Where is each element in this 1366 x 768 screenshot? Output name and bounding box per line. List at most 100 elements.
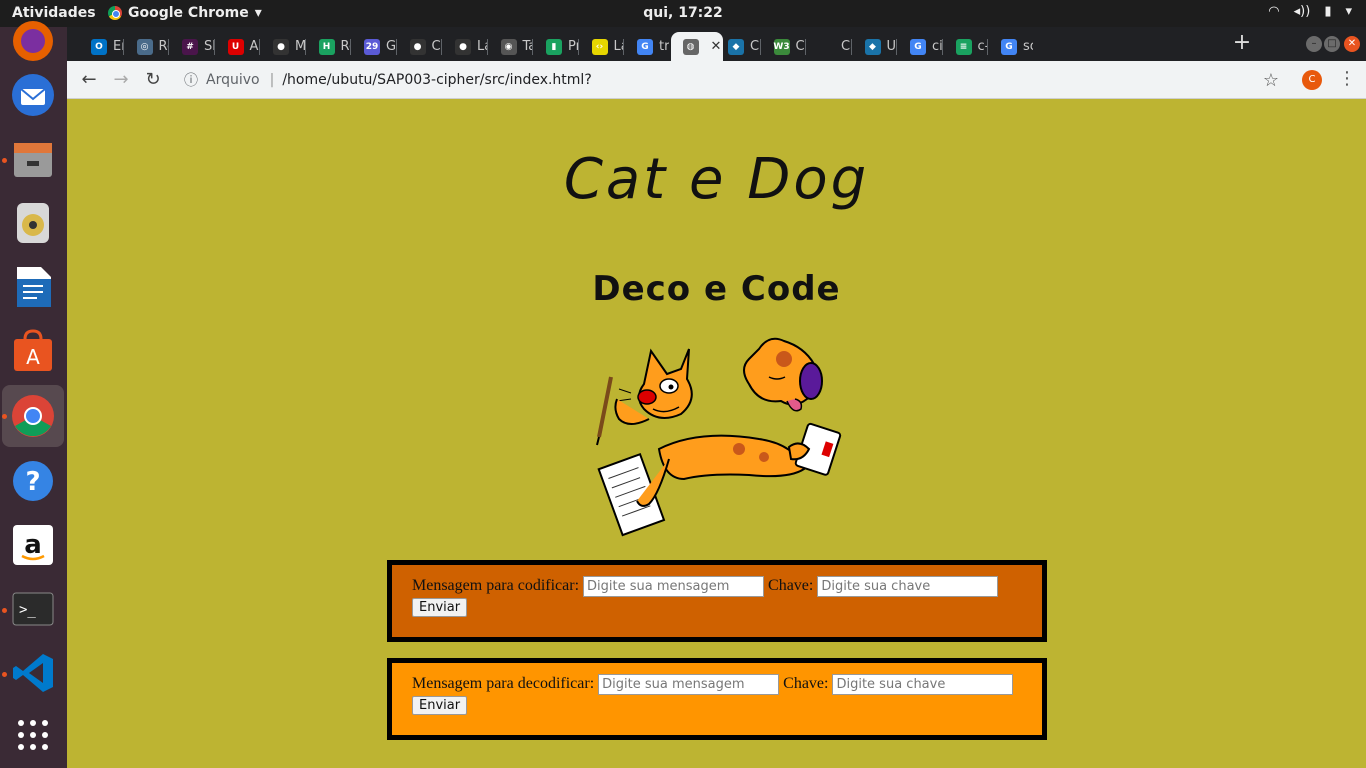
- tab-separator: [395, 39, 397, 55]
- encode-key-input[interactable]: [817, 576, 999, 597]
- browser-tab[interactable]: W3 CS: [762, 32, 806, 61]
- url-divider: |: [269, 72, 275, 88]
- browser-tab[interactable]: ● Ca: [398, 32, 442, 61]
- decode-key-input[interactable]: [832, 674, 1014, 695]
- tab-label: Us: [886, 39, 897, 54]
- tab-label: CS: [795, 39, 806, 54]
- chrome-icon[interactable]: [2, 385, 64, 447]
- menu-icon[interactable]: ⋮: [1338, 68, 1356, 89]
- url-text: /home/ubutu/SAP003-cipher/src/index.html…: [282, 72, 592, 88]
- tab-separator: [213, 39, 215, 55]
- show-apps-icon[interactable]: [9, 711, 57, 759]
- tab-label: Ta: [522, 39, 533, 54]
- wifi-icon: ◠: [1268, 4, 1280, 19]
- tab-label: c-: [977, 39, 988, 54]
- rhythmbox-icon[interactable]: [9, 199, 57, 247]
- tab-favicon-icon: O: [91, 38, 107, 55]
- vscode-icon[interactable]: [9, 649, 57, 697]
- tab-separator: [486, 39, 488, 55]
- browser-tab[interactable]: Gtra: [625, 32, 669, 61]
- browser-tab[interactable]: 29 Gc: [352, 32, 396, 61]
- svg-text:A: A: [26, 345, 40, 369]
- forward-icon[interactable]: →: [110, 69, 132, 91]
- tab-separator: [941, 39, 943, 55]
- browser-tab[interactable]: ● La: [443, 32, 487, 61]
- encode-submit-button[interactable]: Enviar: [412, 598, 468, 617]
- tab-label: Re: [340, 39, 351, 54]
- back-icon[interactable]: ←: [78, 69, 100, 91]
- amazon-icon[interactable]: a: [9, 521, 57, 569]
- address-bar[interactable]: ⓘ Arquivo | /home/ubutu/SAP003-cipher/sr…: [174, 65, 1294, 95]
- browser-tab[interactable]: O En: [79, 32, 123, 61]
- tab-separator: [805, 39, 806, 55]
- software-center-icon[interactable]: A: [9, 327, 57, 375]
- browser-tab[interactable]: ● M: [261, 32, 305, 61]
- minimize-button[interactable]: –: [1306, 36, 1322, 52]
- tab-favicon-icon: ◉: [500, 38, 517, 55]
- running-indicator: [2, 608, 7, 613]
- maximize-button[interactable]: □: [1324, 36, 1340, 52]
- system-tray[interactable]: ◠ ◂)) ▮ ▾: [1268, 4, 1352, 19]
- tab-label: Re: [158, 39, 169, 54]
- browser-tab[interactable]: U Ap: [216, 32, 260, 61]
- encode-message-input[interactable]: [583, 576, 765, 597]
- tab-favicon-icon: 29: [364, 38, 380, 55]
- tab-favicon-icon: G: [1001, 38, 1017, 55]
- browser-tab[interactable]: ▮ Pr: [534, 32, 578, 61]
- browser-tab[interactable]: Gcif: [898, 32, 942, 61]
- browser-tab[interactable]: Ca: [807, 32, 851, 61]
- bookmark-star-icon[interactable]: ☆: [1263, 70, 1279, 91]
- files-icon[interactable]: [9, 135, 57, 183]
- browser-tab[interactable]: H Re: [307, 32, 351, 61]
- browser-tab[interactable]: ◍ ✕: [670, 32, 723, 61]
- tab-label: Gc: [386, 39, 396, 54]
- tab-separator: [987, 39, 988, 55]
- tab-label: La: [613, 39, 624, 54]
- browser-tab[interactable]: ‹› La: [580, 32, 624, 61]
- profile-avatar[interactable]: C: [1302, 70, 1322, 90]
- app-menu-label: Google Chrome: [128, 5, 249, 21]
- tab-label: Ca: [841, 39, 851, 54]
- tab-favicon-icon: #: [182, 38, 198, 55]
- decode-message-input[interactable]: [598, 674, 780, 695]
- browser-tab[interactable]: ≡ c-: [944, 32, 988, 61]
- tab-strip: OEn◎Re#SlUAp●MHRe29Gc●Ca●La◉Ta▮Pr‹›LaGtr…: [67, 27, 1366, 61]
- tab-favicon-icon: ◍: [682, 38, 699, 55]
- help-icon[interactable]: ?: [9, 457, 57, 505]
- browser-tab[interactable]: # Sl: [170, 32, 214, 61]
- chevron-down-icon: ▾: [1345, 4, 1352, 19]
- writer-icon[interactable]: [9, 263, 57, 311]
- svg-text:?: ?: [25, 467, 40, 497]
- browser-tab[interactable]: ◎ Re: [125, 32, 169, 61]
- tab-favicon-icon: H: [318, 38, 335, 55]
- new-tab-button[interactable]: +: [1230, 32, 1254, 56]
- reload-icon[interactable]: ↻: [142, 69, 164, 91]
- encode-panel: Mensagem para codificar: Chave: Enviar: [387, 560, 1047, 642]
- tab-separator: [532, 39, 533, 55]
- tab-favicon-icon: U: [227, 38, 244, 55]
- battery-icon: ▮: [1324, 4, 1332, 19]
- chrome-icon: [108, 6, 122, 20]
- tab-label: so: [1023, 39, 1033, 54]
- page-title: Cat e Dog: [563, 147, 870, 212]
- terminal-icon[interactable]: >_: [9, 585, 57, 633]
- close-window-button[interactable]: ✕: [1344, 36, 1360, 52]
- tab-label: Pr: [568, 39, 578, 54]
- firefox-icon[interactable]: [9, 17, 57, 65]
- decode-submit-button[interactable]: Enviar: [412, 696, 468, 715]
- volume-icon: ◂)): [1293, 4, 1311, 19]
- info-icon[interactable]: ⓘ: [184, 70, 198, 90]
- browser-tab[interactable]: ◉ Ta: [489, 32, 533, 61]
- tab-separator: [441, 39, 442, 55]
- tab-separator: [759, 39, 761, 55]
- tab-favicon-icon: ●: [455, 38, 471, 55]
- browser-tab[interactable]: ◆ CS: [716, 32, 760, 61]
- tab-label: tra: [659, 39, 669, 54]
- tab-label: M: [295, 39, 305, 54]
- app-menu[interactable]: Google Chrome ▾: [108, 5, 262, 21]
- browser-tab[interactable]: Gso: [989, 32, 1033, 61]
- svg-text:a: a: [24, 530, 42, 560]
- browser-tab[interactable]: ◆ Us: [853, 32, 897, 61]
- tab-favicon-icon: G: [637, 38, 653, 55]
- thunderbird-icon[interactable]: [9, 71, 57, 119]
